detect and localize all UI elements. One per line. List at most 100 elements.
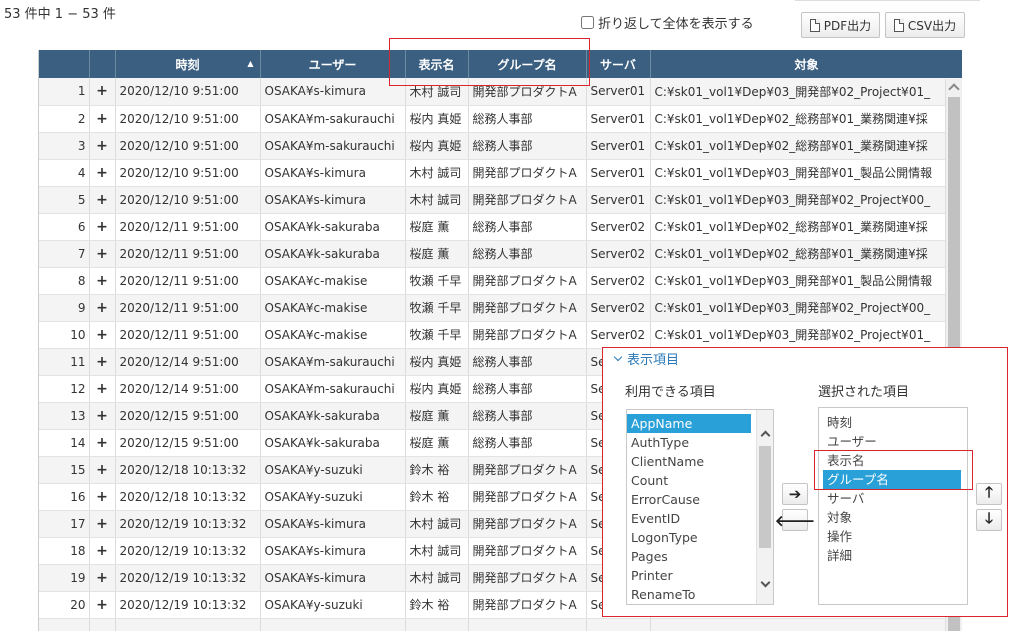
cell-target: C:¥sk01_vol1¥Dep¥03_開発部¥01_製品公開情報 xyxy=(650,267,962,295)
table-row[interactable]: 6 +2020/12/11 9:51:00 OSAKA¥k-sakuraba 桜庭 薫… xyxy=(39,213,962,241)
available-items-list[interactable]: AppName AuthType ClientName Count ErrorCause… xyxy=(626,409,774,605)
expand-row-button[interactable]: + xyxy=(89,240,116,268)
cell-display-name: 牧瀬 千早 xyxy=(405,267,469,295)
available-item[interactable]: ClientName xyxy=(627,452,751,471)
selected-item[interactable]: 時刻 xyxy=(823,413,961,432)
cell-target: C:¥sk01_vol1¥Dep¥03_開発部¥01_製品公開情報 xyxy=(650,159,962,187)
expand-row-button[interactable]: + xyxy=(89,213,116,241)
column-header-user[interactable]: ユーザー xyxy=(260,50,406,78)
move-right-button[interactable]: ➔ xyxy=(782,483,808,505)
expand-row-button[interactable]: + xyxy=(89,159,116,187)
expand-row-button[interactable]: + xyxy=(89,78,116,106)
move-up-button[interactable]: 🡑 xyxy=(976,483,1002,505)
expand-row-button[interactable]: + xyxy=(89,456,116,484)
list-scroll-up-icon[interactable] xyxy=(760,430,771,441)
cell-display-name: 牧瀬 千早 xyxy=(405,294,469,322)
result-count: 53 件中 1 − 53 件 xyxy=(4,7,116,22)
table-row[interactable]: 9 +2020/12/11 9:51:00 OSAKA¥c-makise 牧瀬 千早開… xyxy=(39,294,962,322)
expand-row-button[interactable]: + xyxy=(89,294,116,322)
cell-user: OSAKA¥y-suzuki xyxy=(260,483,406,511)
expand-row-button[interactable]: + xyxy=(89,483,116,511)
column-header-label: ユーザー xyxy=(308,57,357,72)
cell-time: 2020/12/19 10:13:32 xyxy=(115,537,261,565)
available-item[interactable]: AuthType xyxy=(627,433,751,452)
selected-item[interactable]: 詳細 xyxy=(823,546,961,565)
cell-server: Server02 xyxy=(586,294,651,322)
cell-time: 2020/12/14 9:51:00 xyxy=(115,375,261,403)
expand-row-button[interactable]: + xyxy=(89,105,116,133)
selected-item[interactable]: 操作 xyxy=(823,527,961,546)
table-row[interactable] xyxy=(39,618,962,631)
cell-server: Server01 xyxy=(586,78,651,106)
cell-target: C:¥sk01_vol1¥Dep¥03_開発部¥02_Project¥01_ xyxy=(650,78,962,106)
available-item[interactable]: ErrorCause xyxy=(627,490,751,509)
cell-user: OSAKA¥c-makise xyxy=(260,267,406,295)
table-row[interactable]: 7 +2020/12/11 9:51:00 OSAKA¥k-sakuraba 桜庭 薫… xyxy=(39,240,962,268)
cell-row-number: 5 xyxy=(39,186,90,214)
available-item[interactable]: Count xyxy=(627,471,751,490)
wrap-display-option[interactable]: 折り返して全体を表示する xyxy=(581,13,754,32)
csv-file-icon xyxy=(893,18,904,32)
available-item[interactable]: Pages xyxy=(627,547,751,566)
expand-row-button[interactable]: + xyxy=(89,402,116,430)
cell-time: 2020/12/11 9:51:00 xyxy=(115,240,261,268)
selected-item[interactable]: ユーザー xyxy=(823,432,961,451)
expand-row-button[interactable]: + xyxy=(89,321,116,349)
available-item[interactable]: LogonType xyxy=(627,528,751,547)
table-row[interactable]: 4 +2020/12/10 9:51:00 OSAKA¥s-kimura 木村 誠司開… xyxy=(39,159,962,187)
cell-row-number xyxy=(39,618,90,631)
selected-items-label: 選択された項目 xyxy=(818,385,910,400)
expand-row-button[interactable]: + xyxy=(89,537,116,565)
expand-row-button[interactable] xyxy=(89,618,116,631)
selected-items-list[interactable]: 時刻 ユーザー 表示名 グループ名 サーバ 対象 操作 詳細 xyxy=(818,407,968,605)
cell-user: OSAKA¥k-sakuraba xyxy=(260,429,406,457)
display-items-toggle[interactable]: 表示項目 xyxy=(613,349,679,368)
column-header-target[interactable]: 対象 xyxy=(650,50,962,78)
table-row[interactable]: 10 +2020/12/11 9:51:00 OSAKA¥c-makise 牧瀬 千早… xyxy=(39,321,962,349)
cell-display-name: 鈴木 裕 xyxy=(405,456,469,484)
cell-group-name: 開発部プロダクトA xyxy=(468,537,587,565)
expand-row-button[interactable]: + xyxy=(89,429,116,457)
expand-row-button[interactable]: + xyxy=(89,348,116,376)
expand-row-button[interactable]: + xyxy=(89,564,116,592)
cell-time: 2020/12/19 10:13:32 xyxy=(115,510,261,538)
cell-group-name: 開発部プロダクトA xyxy=(468,159,587,187)
expand-row-button[interactable]: + xyxy=(89,510,116,538)
scroll-up-arrow-icon[interactable] xyxy=(948,83,960,95)
list-scroll-down-icon[interactable] xyxy=(760,577,771,588)
column-header-label: サーバ xyxy=(600,57,636,72)
move-left-button[interactable]: 🡐 xyxy=(775,509,815,531)
column-highlight-box xyxy=(389,38,590,86)
selected-item[interactable]: 対象 xyxy=(823,508,961,527)
cell-group-name: 開発部プロダクトA xyxy=(468,510,587,538)
available-item[interactable]: RenameTo xyxy=(627,585,751,604)
csv-export-button[interactable]: CSV出力 xyxy=(885,12,965,38)
cell-row-number: 7 xyxy=(39,240,90,268)
cell-display-name: 木村 誠司 xyxy=(405,159,469,187)
cell-row-number: 2 xyxy=(39,105,90,133)
expand-row-button[interactable]: + xyxy=(89,186,116,214)
expand-row-button[interactable]: + xyxy=(89,267,116,295)
column-header-time[interactable]: 時刻 ▲ xyxy=(115,50,261,78)
table-row[interactable]: 8 +2020/12/11 9:51:00 OSAKA¥c-makise 牧瀬 千早開… xyxy=(39,267,962,295)
available-item[interactable]: Printer xyxy=(627,566,751,585)
available-list-scrollbar[interactable] xyxy=(756,410,773,604)
expand-row-button[interactable]: + xyxy=(89,591,116,619)
available-item[interactable]: AppName xyxy=(627,414,751,433)
table-row[interactable]: 2 +2020/12/10 9:51:00 OSAKA¥m-sakurauchi 桜内… xyxy=(39,105,962,133)
expand-row-button[interactable]: + xyxy=(89,132,116,160)
pdf-export-button[interactable]: PDF出力 xyxy=(801,12,880,38)
available-item[interactable]: EventID xyxy=(627,509,751,528)
cell-server xyxy=(586,618,651,631)
selected-item[interactable]: サーバ xyxy=(823,489,961,508)
list-scroll-thumb[interactable] xyxy=(759,446,771,548)
table-row[interactable]: 5 +2020/12/10 9:51:00 OSAKA¥s-kimura 木村 誠司開… xyxy=(39,186,962,214)
column-header-server[interactable]: サーバ xyxy=(586,50,651,78)
cell-group-name: 総務人事部 xyxy=(468,429,587,457)
table-row[interactable]: 3 +2020/12/10 9:51:00 OSAKA¥m-sakurauchi 桜内… xyxy=(39,132,962,160)
cell-server: Server02 xyxy=(586,213,651,241)
move-down-button[interactable]: 🡓 xyxy=(976,509,1002,531)
cell-group-name: 総務人事部 xyxy=(468,132,587,160)
expand-row-button[interactable]: + xyxy=(89,375,116,403)
wrap-display-checkbox[interactable] xyxy=(581,16,594,29)
